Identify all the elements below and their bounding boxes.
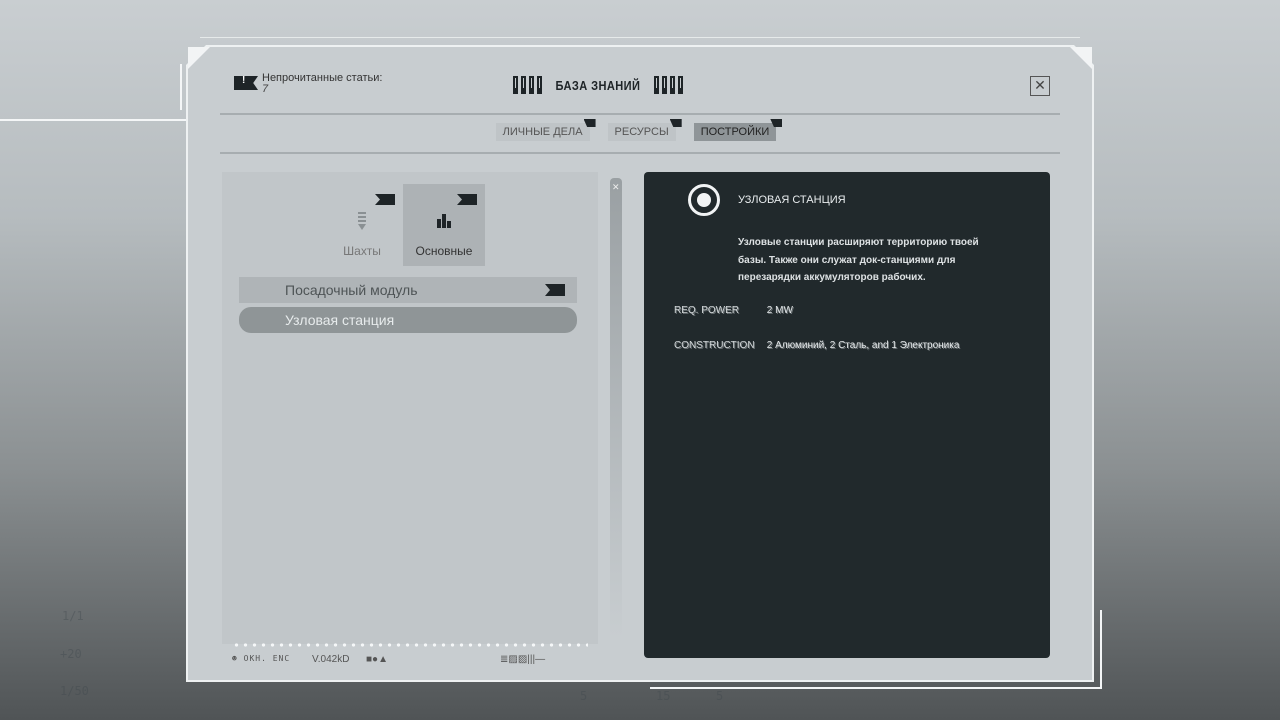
hud-line-right-vertical xyxy=(1100,610,1102,688)
detail-title: УЗЛОВАЯ СТАНЦИЯ xyxy=(738,194,846,206)
hud-resource-2: 15 xyxy=(656,689,671,703)
tab-resources[interactable]: РЕСУРСЫ xyxy=(607,119,682,141)
shapes-icon: ■●▲ xyxy=(366,654,388,665)
close-button[interactable]: ✕ xyxy=(1030,76,1050,96)
hud-counter-3: 1/50 xyxy=(60,684,89,698)
hud-line-top xyxy=(200,37,1080,38)
footer-env-label: ☻ OKH. ENC xyxy=(232,654,291,663)
scroll-close-icon: ✕ xyxy=(612,182,620,192)
page-title: БАЗА ЗНАНИЙ xyxy=(513,76,683,94)
footer-version: V.042kD xyxy=(312,654,350,665)
tab-flag-icon xyxy=(669,119,682,127)
category-basic[interactable]: Основные xyxy=(403,184,485,266)
panel-corner-top-left xyxy=(188,47,210,69)
category-flag-icon xyxy=(457,194,477,205)
divider-tabs xyxy=(220,152,1060,154)
list-item-landing-module[interactable]: Посадочный модуль xyxy=(239,277,577,303)
detail-description: Узловые станции расширяют территорию тво… xyxy=(738,237,979,283)
category-label: Шахты xyxy=(343,244,381,258)
tab-flag-icon xyxy=(583,119,596,127)
unread-articles[interactable]: ! Непрочитанные статьи: 7 xyxy=(234,72,382,95)
prop-construction: CONSTRUCTION 2 Алюминий, 2 Сталь, and 1 … xyxy=(674,340,960,351)
category-label: Основные xyxy=(415,244,473,258)
unread-flag-icon: ! xyxy=(234,76,258,90)
category-flag-icon xyxy=(375,194,395,205)
tab-personal-files[interactable]: ЛИЧНЫЕ ДЕЛА xyxy=(495,119,596,141)
hud-counter-1: 1/1 xyxy=(62,609,84,623)
target-icon xyxy=(688,184,720,216)
hud-counter-2: +20 xyxy=(60,647,82,661)
prop-req-power: REQ. POWER 2 MW xyxy=(674,305,793,316)
skull-icon: ☻ xyxy=(232,654,238,663)
drill-icon xyxy=(321,212,403,235)
list-item-node-station[interactable]: Узловая станция xyxy=(239,307,577,333)
hud-line-left xyxy=(0,119,200,121)
footer-code: ≣▨▨|||— xyxy=(500,654,546,665)
title-decor-right-icon xyxy=(653,76,683,94)
tab-flag-icon xyxy=(770,119,783,127)
detail-pane: УЗЛОВАЯ СТАНЦИЯ Узловые станции расширяю… xyxy=(644,172,1050,658)
tab-bar: ЛИЧНЫЕ ДЕЛА РЕСУРСЫ ПОСТРОЙКИ xyxy=(0,119,1276,141)
title-decor-left-icon xyxy=(513,76,542,94)
category-mines[interactable]: Шахты xyxy=(321,184,403,266)
panel-corner-top-right xyxy=(1070,47,1092,69)
tab-buildings[interactable]: ПОСТРОЙКИ xyxy=(693,119,783,141)
divider-top xyxy=(220,113,1060,115)
hud-resource-3: 5 xyxy=(716,689,724,703)
dotted-divider xyxy=(232,643,588,647)
item-flag-icon xyxy=(545,284,565,296)
scrollbar[interactable] xyxy=(610,178,622,638)
unread-label: Непрочитанные статьи: xyxy=(262,72,383,84)
title-text: БАЗА ЗНАНИЙ xyxy=(555,77,641,93)
unread-count: 7 xyxy=(262,83,269,95)
hud-line-left-vertical xyxy=(180,64,182,110)
buildings-icon xyxy=(403,212,485,233)
hud-resource-1: 5 xyxy=(580,689,588,703)
